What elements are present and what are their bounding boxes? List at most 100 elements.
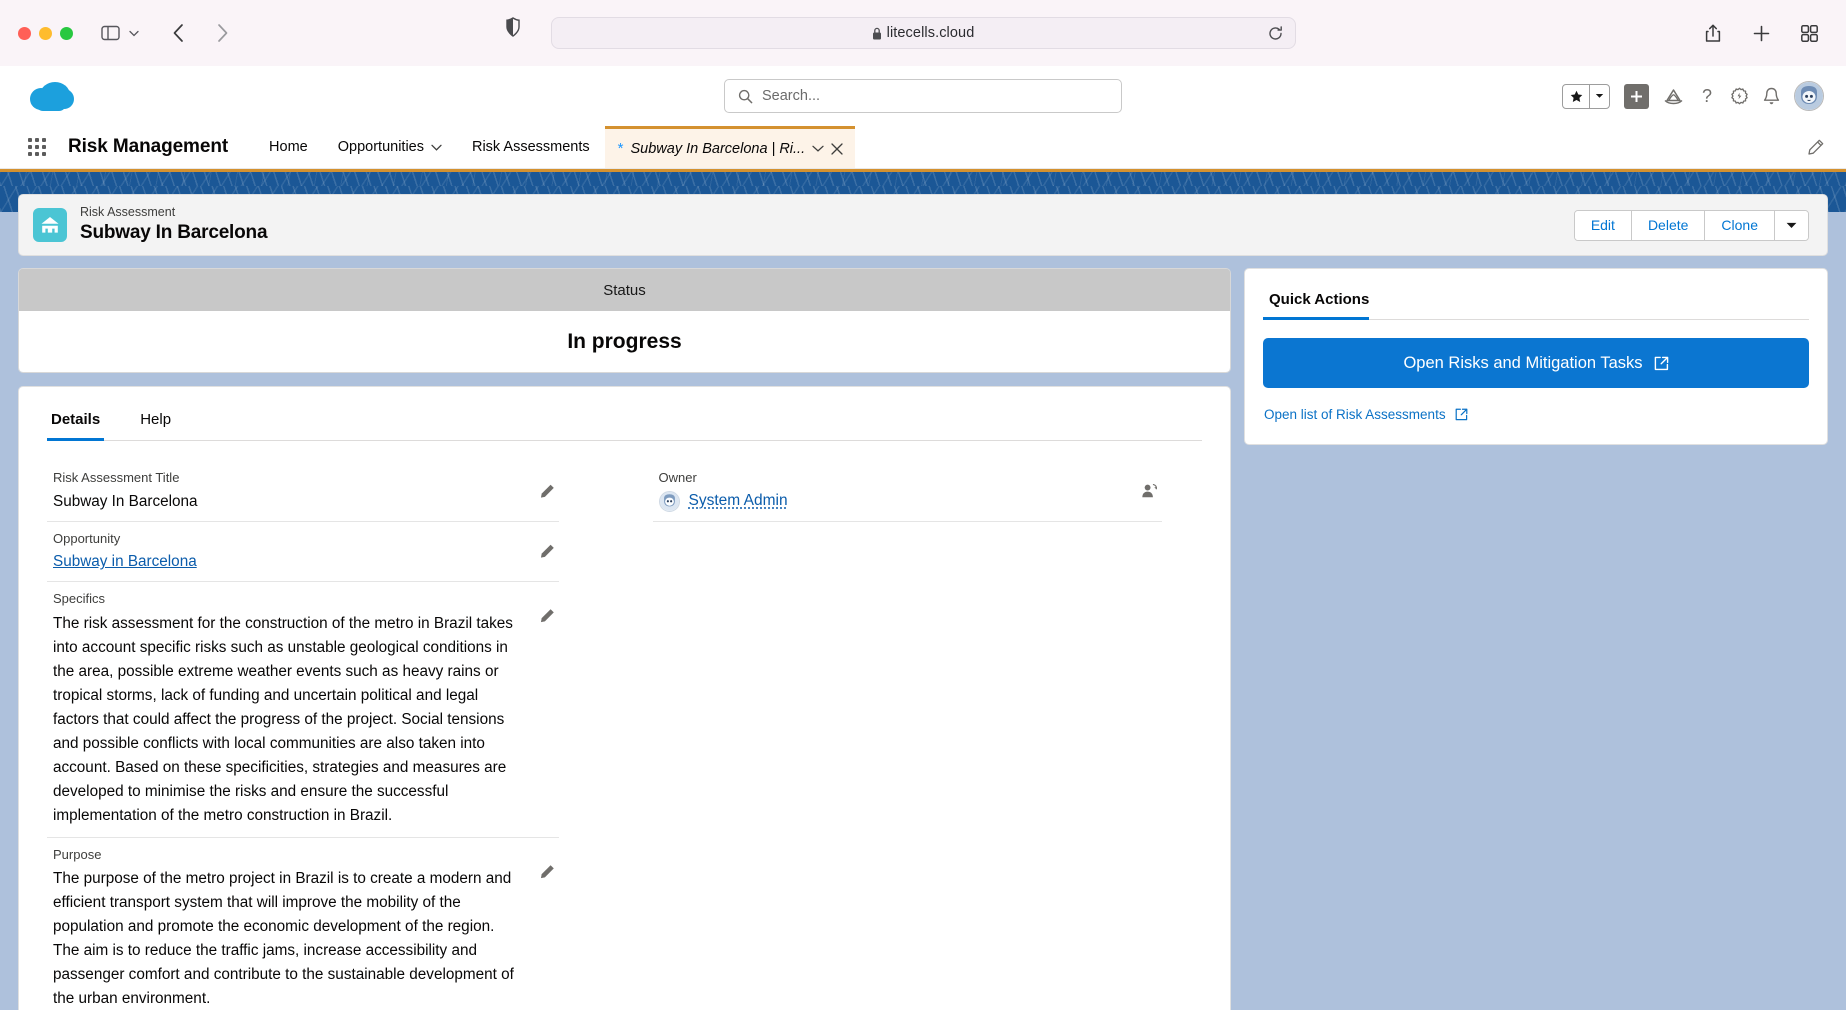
close-icon[interactable] <box>831 142 843 155</box>
gear-icon[interactable] <box>1730 87 1749 106</box>
field-value: Subway In Barcelona <box>53 492 198 510</box>
quick-actions-panel: Quick Actions Open Risks and Mitigation … <box>1244 268 1828 445</box>
search-icon <box>738 89 753 104</box>
details-card: Details Help Risk Assessment Title Subwa… <box>18 386 1231 1010</box>
field-label: Opportunity <box>53 530 121 546</box>
app-launcher-icon[interactable] <box>22 138 52 156</box>
forward-arrow-icon[interactable] <box>207 20 237 46</box>
button-label: Open Risks and Mitigation Tasks <box>1403 353 1643 372</box>
lock-icon <box>872 27 882 40</box>
tab-label: Quick Actions <box>1269 291 1370 308</box>
reload-icon[interactable] <box>1268 25 1283 41</box>
chevron-down-icon[interactable] <box>812 145 824 152</box>
window-controls[interactable] <box>18 26 73 40</box>
field-label: Owner <box>658 470 697 485</box>
avatar <box>658 490 680 512</box>
field-label: Purpose <box>53 846 102 862</box>
avatar[interactable] <box>1794 81 1824 111</box>
page-title: Subway In Barcelona <box>80 222 268 244</box>
external-link-icon <box>1654 356 1669 371</box>
pencil-icon[interactable] <box>1808 139 1846 155</box>
field-owner: Owner System Admin <box>652 461 1162 522</box>
global-add-icon[interactable] <box>1624 83 1649 109</box>
opportunity-link[interactable]: Subway in Barcelona <box>53 551 197 572</box>
field-value: The purpose of the metro project in Braz… <box>53 870 514 1008</box>
open-risks-and-mitigation-tasks-button[interactable]: Open Risks and Mitigation Tasks <box>1263 338 1809 388</box>
nav-tab-home[interactable]: Home <box>254 126 323 168</box>
address-bar[interactable]: litecells.cloud <box>550 17 1296 49</box>
nav-tab-active-record[interactable]: * Subway In Barcelona | Ri... <box>604 126 856 168</box>
record-action-buttons: Edit Delete Clone <box>1573 209 1809 241</box>
field-label: Risk Assessment Title <box>53 470 180 485</box>
chevron-down-icon[interactable] <box>431 144 442 151</box>
tab-quick-actions[interactable]: Quick Actions <box>1263 283 1375 320</box>
field-opportunity: Opportunity Subway in Barcelona <box>47 522 559 583</box>
delete-button[interactable]: Delete <box>1630 210 1705 240</box>
maximize-window-button[interactable] <box>60 26 73 40</box>
clone-button[interactable]: Clone <box>1704 210 1774 240</box>
fields-column-left: Risk Assessment Title Subway In Barcelon… <box>47 461 625 1010</box>
field-risk-assessment-title: Risk Assessment Title Subway In Barcelon… <box>47 461 559 522</box>
svg-text:?: ? <box>1702 86 1712 106</box>
app-navigation-bar: Risk Management Home Opportunities Risk … <box>0 126 1846 169</box>
plus-icon[interactable] <box>1746 20 1776 46</box>
nav-tab-label: Home <box>269 139 308 155</box>
external-link-icon <box>1455 408 1468 421</box>
tab-help[interactable]: Help <box>122 401 189 440</box>
nav-tab-risk-assessments[interactable]: Risk Assessments <box>457 126 605 168</box>
app-name-label: Risk Management <box>68 136 229 157</box>
share-icon[interactable] <box>1698 20 1728 46</box>
owner-link[interactable]: System Admin <box>689 492 788 510</box>
field-label: Specifics <box>53 591 106 607</box>
record-object-label: Risk Assessment <box>80 205 176 220</box>
close-window-button[interactable] <box>18 26 31 40</box>
edit-button[interactable]: Edit <box>1574 210 1631 240</box>
left-column: Status In progress Details Help Risk Ass… <box>18 268 1231 1010</box>
open-list-of-risk-assessments-link[interactable]: Open list of Risk Assessments <box>1264 407 1446 422</box>
quick-actions-tabrow: Quick Actions <box>1263 269 1809 320</box>
tab-label: Details <box>51 411 101 428</box>
favorites-control[interactable] <box>1562 83 1610 109</box>
back-arrow-icon[interactable] <box>163 20 193 46</box>
decorative-banner <box>0 169 1846 186</box>
pencil-icon[interactable] <box>540 544 555 559</box>
unsaved-changes-marker: * <box>617 140 624 157</box>
global-search-placeholder: Search... <box>762 88 821 104</box>
pencil-icon[interactable] <box>540 864 555 879</box>
pencil-icon[interactable] <box>540 483 555 498</box>
pencil-icon[interactable] <box>540 608 555 623</box>
field-specifics: Specifics The risk assessment for the co… <box>47 582 559 838</box>
more-actions-caret-icon[interactable] <box>1774 210 1808 240</box>
field-value: The risk assessment for the construction… <box>53 614 513 824</box>
global-search-input[interactable]: Search... <box>724 79 1122 113</box>
nav-tab-opportunities[interactable]: Opportunities <box>323 126 457 168</box>
nav-tab-label: Opportunities <box>337 139 424 155</box>
status-panel: Status In progress <box>18 268 1231 373</box>
status-panel-header: Status <box>19 269 1230 311</box>
tab-label: Help <box>140 411 172 428</box>
sidebar-toggle-icon[interactable] <box>95 20 125 46</box>
tab-overview-icon[interactable] <box>1794 20 1824 46</box>
minimize-window-button[interactable] <box>39 26 52 40</box>
star-icon[interactable] <box>1563 85 1589 108</box>
bell-icon[interactable] <box>1763 87 1780 106</box>
sidebar-caret-icon[interactable] <box>127 20 141 46</box>
global-header-actions: ? <box>1562 81 1824 111</box>
salesforce-cloud-logo[interactable] <box>28 80 74 112</box>
open-list-of-risk-assessments-row[interactable]: Open list of Risk Assessments <box>1263 407 1809 422</box>
field-purpose: Purpose The purpose of the metro project… <box>47 838 559 1010</box>
status-badge: In progress <box>19 311 1230 372</box>
fields-grid: Risk Assessment Title Subway In Barcelon… <box>47 441 1202 1010</box>
nav-tab-label: Subway In Barcelona | Ri... <box>630 140 806 157</box>
chevron-down-icon[interactable] <box>1589 84 1609 108</box>
trailhead-icon[interactable] <box>1663 87 1684 106</box>
change-owner-icon[interactable] <box>1141 482 1158 499</box>
nav-tab-list: Home Opportunities Risk Assessments * Su… <box>254 126 856 168</box>
question-mark-icon[interactable]: ? <box>1698 86 1716 106</box>
privacy-shield-icon[interactable] <box>505 17 521 37</box>
record-header: Risk Assessment Subway In Barcelona Edit… <box>18 194 1828 256</box>
right-column: Quick Actions Open Risks and Mitigation … <box>1244 268 1828 445</box>
browser-chrome: litecells.cloud <box>0 0 1846 66</box>
details-tabset: Details Help <box>47 387 1202 441</box>
tab-details[interactable]: Details <box>47 401 122 441</box>
